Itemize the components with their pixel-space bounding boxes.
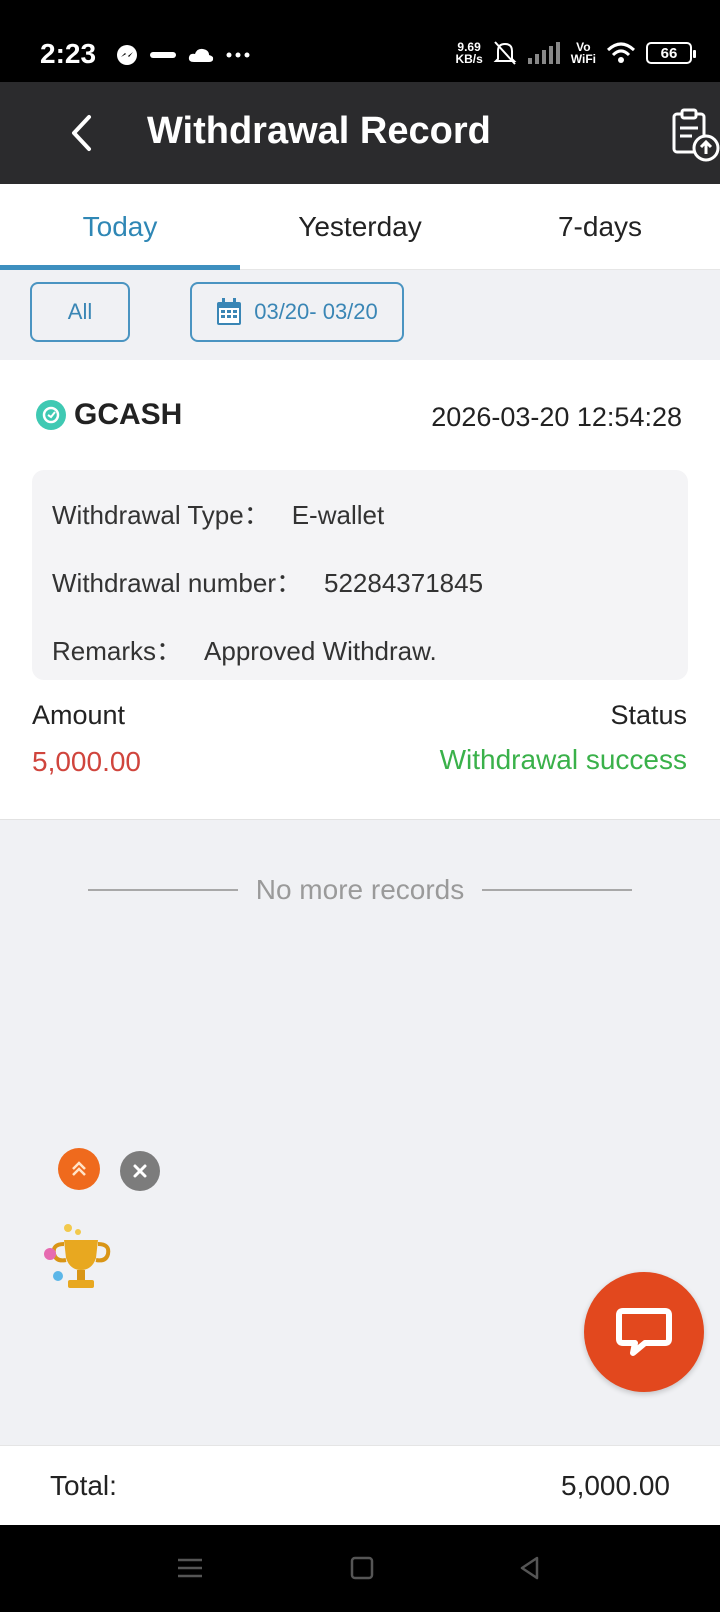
total-label: Total: (50, 1470, 117, 1501)
wifi-text: WiFi (570, 52, 596, 66)
messenger-icon (117, 45, 137, 65)
withdrawal-type-value: E-wallet (291, 500, 385, 530)
system-nav-bar (0, 1525, 720, 1612)
gcash-notification-icon (150, 52, 176, 58)
type-filter-button[interactable]: All (30, 282, 130, 342)
home-nav-button[interactable] (344, 1553, 380, 1583)
date-range-button[interactable]: 03/20- 03/20 (190, 282, 404, 342)
calendar-icon (217, 298, 242, 325)
menu-nav-button[interactable] (172, 1553, 208, 1583)
speed-unit: KB/s (455, 52, 483, 66)
system-icons: 9.69 KB/s Vo WiFi 66 (455, 40, 696, 66)
clipboard-upload-icon (672, 108, 720, 162)
amount-value: 5,000.00 (32, 746, 141, 777)
record-details: Withdrawal Type： E-wallet Withdrawal numb… (32, 470, 688, 680)
tab-today[interactable]: Today (0, 184, 240, 270)
total-value: 5,000.00 (561, 1470, 670, 1501)
list-end-indicator: No more records (0, 870, 720, 910)
date-range-label: 03/20- 03/20 (254, 299, 378, 324)
chevron-left-icon (72, 115, 91, 151)
remarks-value: Approved Withdraw. (204, 636, 437, 666)
withdrawal-record-card[interactable]: GCASH 2026-03-20 12:54:28 Withdrawal Typ… (0, 360, 720, 820)
remarks-label: Remarks： (52, 636, 183, 666)
status-value: Withdrawal success (439, 744, 687, 775)
home-square-icon (350, 1556, 374, 1580)
type-filter-label: All (67, 299, 93, 324)
withdrawal-type-label: Withdrawal Type： (52, 500, 270, 530)
battery-level: 66 (660, 44, 678, 62)
back-triangle-icon (520, 1556, 539, 1580)
remarks-row: Remarks： Approved Withdraw. (52, 626, 668, 694)
provider-name: GCASH (74, 398, 183, 431)
menu-icon (178, 1558, 202, 1578)
back-button[interactable] (56, 108, 106, 158)
bell-muted-icon (493, 41, 517, 65)
app-bar: Withdrawal Record (0, 82, 720, 184)
list-end-text: No more records (255, 874, 465, 905)
network-speed: 9.69 KB/s (455, 41, 482, 65)
battery-icon: 66 (646, 42, 696, 64)
record-export-button[interactable] (670, 108, 720, 164)
page-title: Withdrawal Record (147, 110, 491, 152)
signal-icon (527, 42, 560, 64)
divider (87, 889, 238, 891)
gcash-logo-icon (36, 400, 66, 430)
cloud-icon (188, 48, 214, 62)
record-datetime: 2026-03-20 12:54:28 (431, 402, 682, 432)
amount-label: Amount (32, 700, 126, 730)
back-nav-button[interactable] (512, 1553, 548, 1583)
notification-icons (116, 44, 250, 66)
expand-widget-button[interactable] (58, 1148, 100, 1190)
withdrawal-number-row: Withdrawal number： 52284371845 (52, 558, 668, 626)
live-chat-button[interactable] (584, 1272, 704, 1392)
chat-bubble-icon (616, 1308, 672, 1356)
wifi-icon (606, 42, 636, 63)
date-tabs: Today Yesterday 7-days (0, 184, 720, 270)
withdrawal-number-label: Withdrawal number： (52, 568, 302, 598)
total-bar: Total: 5,000.00 (0, 1445, 720, 1525)
filter-bar: All 03/20- 03/20 (0, 270, 720, 360)
status-bar: 2:23 9.69 KB/s Vo WiFi 66 (0, 0, 720, 82)
vowifi-label: Vo WiFi (571, 41, 596, 65)
provider: GCASH (36, 398, 182, 432)
close-icon (133, 1164, 147, 1178)
withdrawal-type-row: Withdrawal Type： E-wallet (52, 490, 668, 558)
more-dots-icon (226, 52, 250, 58)
status-label: Status (610, 700, 687, 730)
trophy-promo-button[interactable] (40, 1218, 120, 1298)
close-widget-button[interactable] (120, 1151, 160, 1191)
tab-yesterday[interactable]: Yesterday (240, 184, 480, 269)
withdrawal-number-value: 52284371845 (323, 568, 484, 598)
tab-7-days[interactable]: 7-days (480, 184, 720, 269)
trophy-icon (44, 1224, 111, 1288)
divider (482, 889, 633, 891)
status-time: 2:23 (40, 38, 97, 69)
double-chevron-up-icon (72, 1161, 86, 1176)
